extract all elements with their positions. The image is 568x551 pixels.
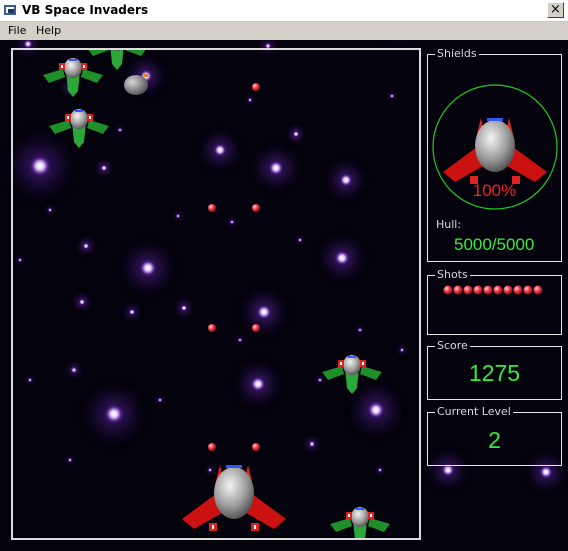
shots-panel: Shots [427,268,562,335]
player-ship [182,465,286,531]
hull-label: Hull: [436,218,462,231]
shields-panel: Shields 100% Hull: 5000/5000 [427,47,562,262]
enemy-ship [49,109,109,148]
shot-dot [513,285,523,295]
shot-dot [533,285,543,295]
level-panel: Current Level 2 [427,405,562,466]
shots-indicator [443,285,543,295]
score-value: 1275 [468,360,521,386]
menu-file[interactable]: File [8,24,26,37]
app-icon [4,5,16,15]
enemy-ship [330,507,390,538]
star [540,466,552,478]
asteroid [124,74,148,95]
shot-dot [473,285,483,295]
enemy-ship [322,355,382,394]
shot-dot [443,285,453,295]
level-value: 2 [488,427,501,453]
player-ship-icon [443,118,547,184]
menu-help[interactable]: Help [36,24,61,37]
shots-label: Shots [435,268,470,282]
star [24,40,32,48]
sprites-layer [43,50,390,538]
playfield[interactable] [11,48,421,540]
shot-dot [503,285,513,295]
score-panel: Score 1275 [427,339,562,400]
shot-dot [523,285,533,295]
shot-dot [453,285,463,295]
shot-dot [463,285,473,295]
window-title: VB Space Invaders [22,3,149,17]
menu-bar: File Help [0,22,568,40]
score-label: Score [435,339,470,353]
enemy-ship [43,58,103,97]
enemy-ship [87,50,147,70]
hull-value: 5000/5000 [454,235,535,254]
close-button[interactable]: × [547,2,564,18]
enemy-bullets [208,83,260,451]
shot-dot [483,285,493,295]
shield-percent: 100% [472,181,517,200]
shot-dot [493,285,503,295]
title-bar[interactable]: VB Space Invaders × [0,0,568,22]
level-label: Current Level [435,405,513,419]
